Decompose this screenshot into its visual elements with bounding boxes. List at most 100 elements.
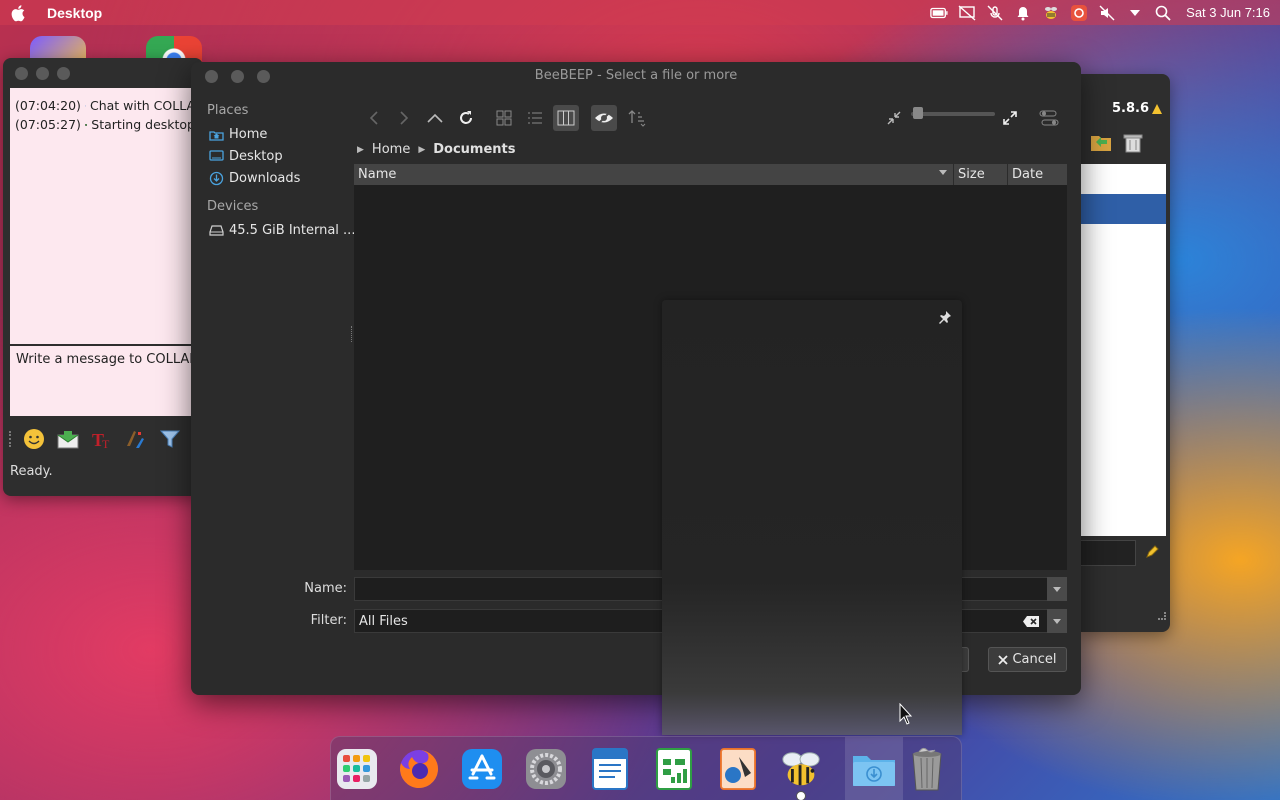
chat-window: (07:04:20) Chat with COLLA (07:05:27) St…	[3, 58, 203, 496]
column-view-button[interactable]	[553, 105, 579, 131]
chat-message: (07:04:20) Chat with COLLA	[15, 96, 195, 115]
chat-toolbar: TT	[9, 424, 182, 454]
sidebar-splitter[interactable]	[351, 326, 353, 342]
column-header-name[interactable]: Name	[354, 164, 954, 185]
dock	[330, 736, 962, 800]
column-header-size[interactable]: Size	[954, 164, 1008, 185]
clear-filter-icon[interactable]	[1022, 614, 1040, 628]
place-item-downloads[interactable]: Downloads	[208, 170, 300, 186]
trash-icon[interactable]	[905, 747, 949, 791]
message-input[interactable]: Write a message to COLLABN	[10, 344, 200, 416]
writer-icon[interactable]	[588, 747, 632, 791]
desktop-icon	[208, 148, 224, 164]
places-heading: Places	[207, 103, 249, 118]
toggle-hidden-files-button[interactable]	[591, 105, 617, 131]
chat-log: (07:04:20) Chat with COLLA (07:05:27) St…	[10, 88, 200, 370]
status-text: Ready.	[10, 464, 53, 479]
zoom-out-icon[interactable]	[881, 105, 907, 131]
devices-heading: Devices	[207, 199, 259, 214]
user-list[interactable]	[1080, 164, 1166, 536]
beebeep-icon[interactable]	[779, 747, 823, 800]
search-icon[interactable]	[1154, 5, 1172, 21]
chevron-down-icon	[1053, 618, 1061, 624]
pin-icon[interactable]	[938, 310, 952, 324]
text-format-icon[interactable]: TT	[90, 427, 114, 451]
breadcrumb-home[interactable]: Home	[372, 142, 410, 157]
home-folder-icon	[208, 126, 224, 142]
red-app-tray-icon[interactable]	[1070, 4, 1088, 21]
send-file-icon[interactable]	[56, 427, 80, 451]
device-item-internal-drive[interactable]: 45.5 GiB Internal ...	[208, 222, 355, 238]
filter-label: Filter:	[310, 613, 347, 628]
chat-message: (07:05:27) Starting desktop	[15, 115, 195, 134]
mic-muted-icon[interactable]	[986, 5, 1004, 21]
icon-view-button[interactable]	[491, 105, 517, 131]
trash-can-icon[interactable]	[1122, 132, 1144, 154]
selected-user-row[interactable]	[1080, 194, 1166, 224]
launchpad-icon[interactable]	[335, 747, 379, 791]
breadcrumb-arrow-icon[interactable]: ▶	[357, 145, 364, 155]
reload-button[interactable]	[453, 105, 479, 131]
sort-button[interactable]	[624, 105, 650, 131]
overlay-panel[interactable]	[662, 300, 962, 735]
search-users-field[interactable]	[1080, 540, 1136, 566]
options-toggle-icon[interactable]	[1036, 105, 1062, 131]
file-list-header: Name Size Date	[354, 164, 1067, 185]
name-label: Name:	[304, 581, 347, 596]
filename-dropdown-button[interactable]	[1047, 577, 1067, 601]
breadcrumb-documents[interactable]: Documents	[433, 142, 515, 157]
downloads-folder-icon[interactable]	[845, 737, 903, 800]
apple-icon[interactable]	[10, 4, 28, 22]
system-settings-icon[interactable]	[524, 747, 568, 791]
filter-icon[interactable]	[158, 427, 182, 451]
zoom-slider-knob[interactable]	[913, 107, 923, 119]
place-item-desktop[interactable]: Desktop	[208, 148, 283, 164]
notification-bell-icon[interactable]	[1014, 5, 1032, 21]
forward-button[interactable]	[391, 105, 417, 131]
active-app-name[interactable]: Desktop	[47, 5, 102, 21]
drive-icon	[208, 222, 224, 238]
close-button[interactable]	[15, 66, 28, 80]
place-label: Desktop	[229, 148, 283, 164]
firefox-icon[interactable]	[397, 747, 441, 791]
version-label: 5.8.6	[1112, 101, 1162, 116]
sort-descending-icon	[939, 170, 947, 175]
version-number: 5.8.6	[1111, 101, 1149, 116]
minimize-button[interactable]	[36, 66, 49, 80]
emoticon-icon[interactable]	[22, 427, 46, 451]
place-label: Home	[229, 126, 268, 142]
screen-off-icon[interactable]	[958, 4, 976, 21]
back-button[interactable]	[361, 105, 387, 131]
edit-pencil-icon[interactable]	[1144, 544, 1160, 560]
column-header-date[interactable]: Date	[1008, 164, 1067, 185]
zoom-slider[interactable]	[911, 107, 995, 119]
list-view-button[interactable]	[522, 105, 548, 131]
volume-muted-icon[interactable]	[1098, 5, 1116, 21]
cancel-button[interactable]: Cancel	[988, 647, 1067, 672]
place-label: Downloads	[229, 170, 301, 186]
dialog-title: BeeBEEP - Select a file or more	[534, 68, 738, 83]
breadcrumb-arrow-icon[interactable]: ▶	[418, 145, 425, 155]
place-item-home[interactable]: Home	[208, 126, 267, 142]
chat-window-titlebar[interactable]	[3, 58, 203, 88]
breadcrumb: ▶ Home ▶ Documents	[357, 142, 516, 157]
calc-icon[interactable]	[652, 747, 696, 791]
chat-bubble-icon	[85, 105, 86, 106]
chevron-down-icon	[1053, 586, 1061, 592]
draw-icon[interactable]	[716, 747, 760, 791]
maximize-button[interactable]	[57, 66, 70, 80]
message-time: (07:05:27)	[15, 117, 81, 132]
status-tray: Sat 3 Jun 7:16	[930, 0, 1270, 25]
parent-folder-button[interactable]	[422, 105, 448, 131]
text-color-icon[interactable]	[124, 427, 148, 451]
app-store-icon[interactable]	[460, 747, 504, 791]
filter-dropdown-button[interactable]	[1047, 609, 1067, 633]
chevron-down-icon[interactable]	[1126, 5, 1144, 21]
zoom-in-icon[interactable]	[997, 105, 1023, 131]
column-header-label: Date	[1012, 167, 1044, 182]
beebeep-tray-icon[interactable]	[1042, 5, 1060, 21]
battery-icon[interactable]	[930, 5, 948, 21]
resize-grip[interactable]	[1158, 612, 1166, 620]
folder-share-icon[interactable]	[1090, 132, 1112, 152]
clock[interactable]: Sat 3 Jun 7:16	[1186, 5, 1270, 20]
